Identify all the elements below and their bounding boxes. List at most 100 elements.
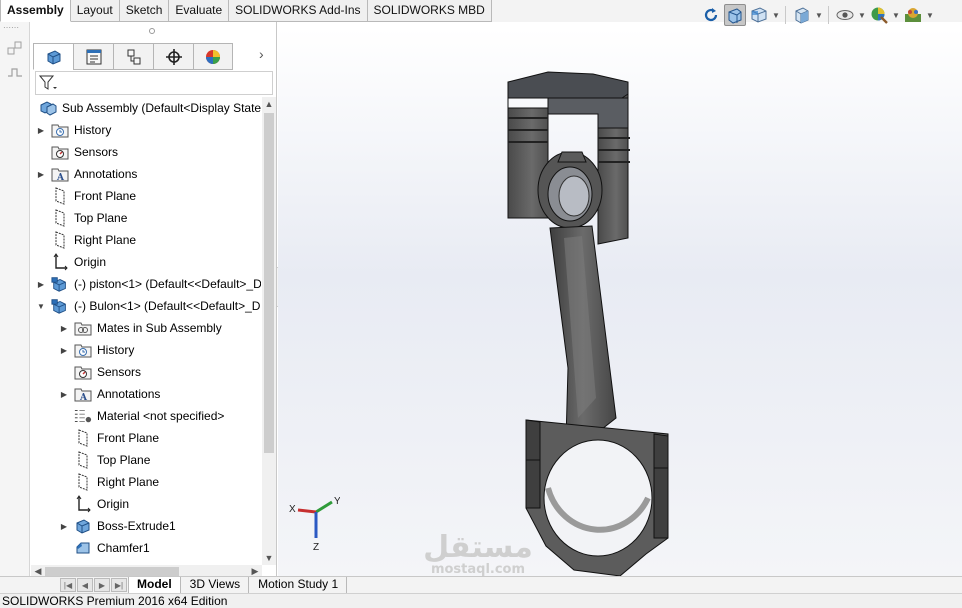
- previous-view-icon[interactable]: [700, 4, 722, 26]
- chamfer-icon: [74, 539, 92, 557]
- tree-item[interactable]: Chamfer1: [58, 537, 150, 559]
- signal-icon[interactable]: [7, 66, 23, 81]
- collapse-arrow-icon[interactable]: ▼: [35, 302, 47, 311]
- tree-item[interactable]: Sub Assembly (Default<Display State-1>): [35, 97, 261, 119]
- tree-item-label: Right Plane: [74, 233, 137, 247]
- scrollbar-thumb[interactable]: [264, 113, 274, 453]
- material-icon: [74, 407, 92, 425]
- section-view-icon[interactable]: [724, 4, 746, 26]
- hide-show-dropdown-icon[interactable]: ▼: [858, 11, 866, 20]
- extrude-icon: [74, 517, 92, 535]
- tab-solidworks-add-ins[interactable]: SOLIDWORKS Add-Ins: [229, 0, 368, 22]
- watermark-latin: mostaql.com: [430, 562, 526, 577]
- expand-arrow-icon[interactable]: ▶: [58, 346, 70, 355]
- reference-triad: Y X Z: [289, 496, 340, 553]
- watermark-arabic: مستقل: [423, 530, 533, 565]
- tree-item-label: Top Plane: [74, 211, 128, 225]
- mate-reference-icon[interactable]: [7, 40, 23, 59]
- tab-layout[interactable]: Layout: [70, 0, 120, 22]
- dimxpertmanager-icon[interactable]: [153, 43, 193, 70]
- hide-show-items-icon[interactable]: [834, 4, 856, 26]
- tree-item[interactable]: Sensors: [35, 141, 118, 163]
- view-orientation-dropdown-icon[interactable]: ▼: [772, 11, 780, 20]
- scrollbar-thumb[interactable]: [45, 567, 179, 576]
- tree-item-label: History: [97, 343, 135, 357]
- plane-icon: [51, 231, 69, 249]
- tree-item[interactable]: ▶ History: [35, 119, 111, 141]
- tree-item[interactable]: Right Plane: [35, 229, 136, 251]
- tab-motion-study-1[interactable]: Motion Study 1: [249, 577, 348, 593]
- command-manager-tabs: Assembly Layout Sketch Evaluate SOLIDWOR…: [0, 0, 492, 22]
- expand-arrow-icon[interactable]: ▶: [58, 522, 70, 531]
- sensors-icon: [74, 363, 92, 381]
- tree-item[interactable]: ▶ A Annotations: [35, 163, 137, 185]
- origin-icon: [74, 495, 92, 513]
- prev-tab-icon[interactable]: ◀: [77, 578, 93, 592]
- tab-assembly[interactable]: Assembly: [0, 0, 71, 22]
- tree-item-label: Right Plane: [97, 475, 160, 489]
- next-tab-icon[interactable]: ▶: [94, 578, 110, 592]
- tree-item-label: Front Plane: [97, 431, 160, 445]
- scroll-down-icon[interactable]: ▼: [262, 551, 276, 565]
- edit-appearance-icon[interactable]: [868, 4, 890, 26]
- tree-item[interactable]: Origin: [35, 251, 106, 273]
- expand-arrow-icon[interactable]: ▶: [58, 324, 70, 333]
- tree-item[interactable]: Front Plane: [58, 427, 159, 449]
- plane-icon: [74, 451, 92, 469]
- chevron-right-icon[interactable]: ›: [259, 46, 264, 62]
- tree-item-label: Sensors: [97, 365, 142, 379]
- feature-filter-field[interactable]: [35, 71, 273, 95]
- apply-scene-dropdown-icon[interactable]: ▼: [926, 11, 934, 20]
- view-orientation-icon[interactable]: [748, 4, 770, 26]
- graphics-area[interactable]: Y X Z مستقل mostaql.com: [278, 28, 962, 577]
- first-tab-icon[interactable]: |◀: [60, 578, 76, 592]
- configurationmanager-icon[interactable]: [113, 43, 153, 70]
- tree-item[interactable]: ▶ A Annotations: [58, 383, 160, 405]
- status-text: SOLIDWORKS Premium 2016 x64 Edition: [2, 594, 228, 608]
- tree-item[interactable]: ▶ Boss-Extrude1: [58, 515, 176, 537]
- featuremanager-tree-icon[interactable]: [33, 43, 73, 70]
- tab-solidworks-mbd[interactable]: SOLIDWORKS MBD: [367, 0, 492, 22]
- tab-3d-views[interactable]: 3D Views: [180, 577, 250, 593]
- tree-item[interactable]: ▶ History: [58, 339, 134, 361]
- tab-model[interactable]: Model: [128, 577, 181, 593]
- triad-x-label: X: [289, 504, 296, 515]
- last-tab-icon[interactable]: ▶|: [111, 578, 127, 592]
- expand-arrow-icon[interactable]: ▶: [35, 126, 47, 135]
- tree-item[interactable]: ▶ (-) piston<1> (Default<<Default>_Displa…: [35, 273, 261, 295]
- feature-tree: Sub Assembly (Default<Display State-1>) ▶…: [31, 97, 261, 565]
- toolbar-separator: [785, 6, 786, 24]
- tree-item[interactable]: Front Plane: [35, 185, 136, 207]
- tab-sketch[interactable]: Sketch: [119, 0, 170, 22]
- panel-grip-icon[interactable]: [149, 28, 155, 34]
- tree-item[interactable]: Top Plane: [58, 449, 150, 471]
- tree-item-label: Annotations: [97, 387, 161, 401]
- expand-arrow-icon[interactable]: ▶: [35, 280, 47, 289]
- feature-manager-panel: › Sub Assembly (Default<Display State-1>…: [31, 22, 277, 578]
- watermark-logo: مستقل mostaql.com: [418, 530, 538, 577]
- tree-item[interactable]: Material <not specified>: [58, 405, 224, 427]
- edit-appearance-dropdown-icon[interactable]: ▼: [892, 11, 900, 20]
- tree-item[interactable]: Origin: [58, 493, 129, 515]
- scroll-up-icon[interactable]: ▲: [262, 97, 276, 111]
- expand-arrow-icon[interactable]: ▶: [58, 390, 70, 399]
- tree-item-label: Origin: [74, 255, 107, 269]
- tab-evaluate[interactable]: Evaluate: [169, 0, 230, 22]
- feature-manager-tabs: [33, 43, 233, 71]
- tree-item[interactable]: Sensors: [58, 361, 141, 383]
- tree-item[interactable]: ▶ Mates in Sub Assembly: [58, 317, 222, 339]
- tree-vertical-scrollbar[interactable]: ▲ ▼: [262, 97, 276, 565]
- display-style-dropdown-icon[interactable]: ▼: [815, 11, 823, 20]
- apply-scene-icon[interactable]: [902, 4, 924, 26]
- piston-rod-model[interactable]: [478, 68, 698, 588]
- tree-item[interactable]: ▼ (-) Bulon<1> (Default<<Default>_Display…: [35, 295, 261, 317]
- tree-item[interactable]: Right Plane: [58, 471, 159, 493]
- part-icon: [51, 275, 69, 293]
- expand-arrow-icon[interactable]: ▶: [35, 170, 47, 179]
- tree-item[interactable]: Top Plane: [35, 207, 127, 229]
- plane-icon: [74, 429, 92, 447]
- propertymanager-icon[interactable]: [73, 43, 113, 70]
- display-style-icon[interactable]: [791, 4, 813, 26]
- tree-item-label: Material <not specified>: [97, 409, 225, 423]
- displaymanager-icon[interactable]: [193, 43, 233, 70]
